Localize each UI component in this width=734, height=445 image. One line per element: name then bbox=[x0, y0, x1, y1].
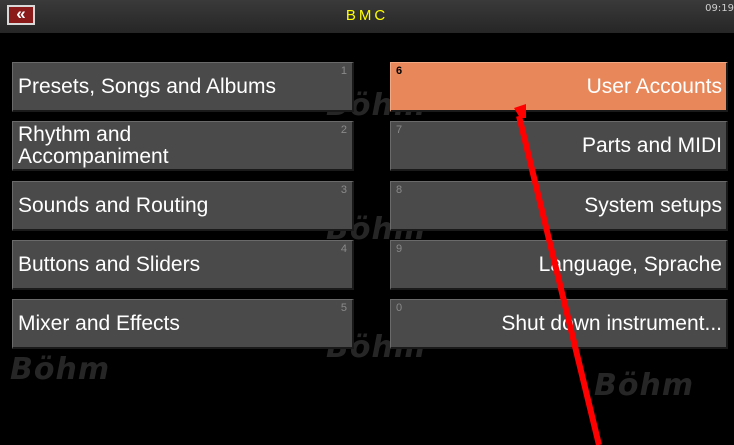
annotation-arrow-icon bbox=[514, 104, 602, 445]
